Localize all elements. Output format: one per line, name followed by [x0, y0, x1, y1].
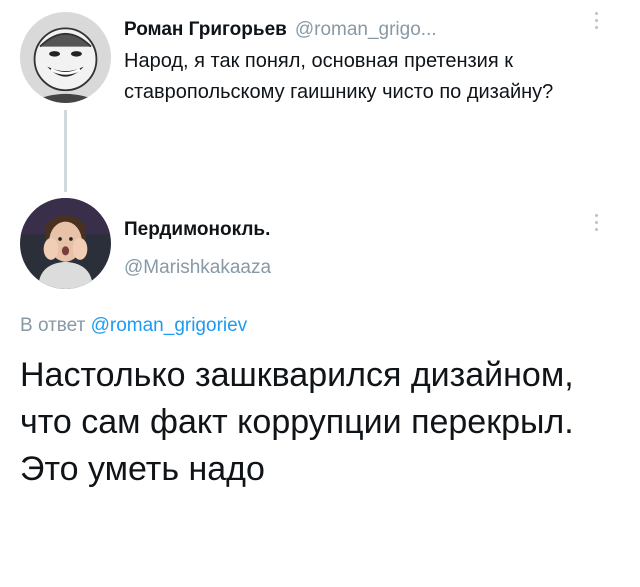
tweet-parent-text: Народ, я так понял, основная претензия к…	[124, 50, 554, 103]
tweet-parent-header: Роман Григорьев @roman_grigo...	[124, 18, 584, 42]
tweet-reply-text: Настолько зашкварился дизайном, что сам …	[20, 356, 574, 488]
more-options-icon[interactable]	[591, 214, 601, 238]
trollface-meme-avatar-icon	[20, 12, 111, 103]
reply-to-handle-link[interactable]: @roman_grigoriev	[91, 315, 248, 336]
avatar-marishka[interactable]	[20, 198, 111, 289]
author-name[interactable]: Роман Григорьев	[124, 19, 287, 40]
author-handle[interactable]: @roman_grigo...	[295, 19, 437, 40]
avatar-roman[interactable]	[20, 12, 111, 103]
reply-to-line: В ответ @roman_grigoriev	[20, 314, 247, 338]
author-name[interactable]: Пердимонокль.	[124, 218, 270, 242]
more-options-icon[interactable]	[591, 12, 601, 36]
reply-to-prefix: В ответ	[20, 315, 86, 336]
author-handle[interactable]: @Marishkakaaza	[124, 256, 271, 280]
thread-connector-line	[64, 110, 67, 192]
woman-hands-on-cheeks-avatar-icon	[20, 198, 111, 289]
